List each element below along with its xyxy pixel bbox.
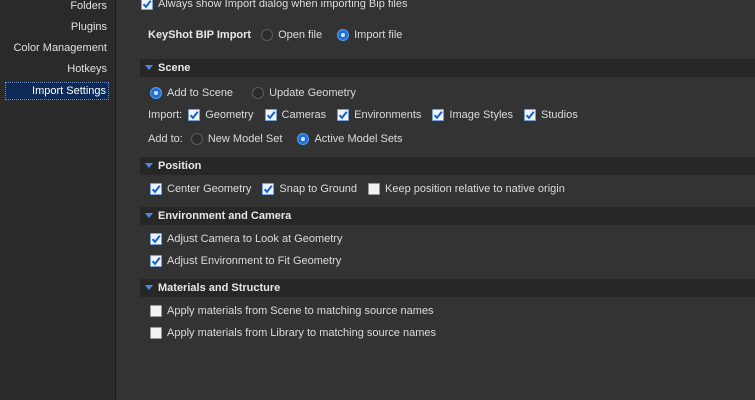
import-image-styles-checkbox[interactable]	[432, 109, 445, 121]
adjust-environment-row: Adjust Environment to Fit Geometry	[150, 253, 341, 269]
import-cameras-label: Cameras	[281, 109, 327, 121]
new-model-set-label: New Model Set	[207, 133, 283, 145]
scene-add-to-row: Add to: New Model Set Active Model Sets	[148, 131, 403, 147]
bip-import-row: KeyShot BIP Import Open file Import file	[148, 27, 402, 43]
import-label: Import:	[148, 109, 183, 121]
always-show-import-label: Always show Import dialog when importing…	[158, 0, 408, 10]
bip-import-label: KeyShot BIP Import	[148, 29, 252, 41]
checkmark-icon	[434, 111, 444, 120]
active-model-sets-radio[interactable]	[297, 133, 310, 145]
chevron-down-icon	[145, 65, 155, 71]
import-settings-panel: Always show Import dialog when importing…	[117, 0, 755, 400]
keep-position-label: Keep position relative to native origin	[385, 183, 565, 195]
import-file-label: Import file	[354, 29, 403, 41]
scene-section-title: Scene	[158, 62, 191, 74]
open-file-radio[interactable]	[261, 29, 274, 41]
sidebar-item-folders[interactable]: Folders	[68, 0, 109, 14]
add-to-label: Add to:	[148, 133, 183, 145]
update-geometry-label: Update Geometry	[269, 87, 356, 99]
materials-from-library-label: Apply materials from Library to matching…	[167, 327, 436, 339]
add-to-scene-radio[interactable]	[150, 87, 162, 99]
checkmark-icon	[190, 111, 199, 120]
center-geometry-label: Center Geometry	[167, 183, 252, 195]
checkmark-icon	[151, 185, 161, 194]
materials-scene-row: Apply materials from Scene to matching s…	[150, 303, 434, 319]
import-geometry-label: Geometry	[205, 109, 254, 121]
import-environments-checkbox[interactable]	[337, 109, 350, 121]
chevron-down-icon	[145, 213, 155, 219]
import-image-styles-label: Image Styles	[449, 109, 514, 121]
chevron-down-icon	[145, 285, 155, 291]
always-show-import-row: Always show Import dialog when importing…	[141, 0, 407, 12]
checkmark-icon	[151, 257, 161, 266]
adjust-camera-checkbox[interactable]	[150, 233, 162, 245]
checkmark-icon	[142, 0, 152, 9]
checkmark-icon	[338, 111, 348, 120]
adjust-environment-label: Adjust Environment to Fit Geometry	[167, 255, 342, 267]
materials-section-title: Materials and Structure	[158, 282, 281, 294]
add-to-scene-label: Add to Scene	[167, 87, 234, 99]
sidebar-item-hotkeys[interactable]: Hotkeys	[65, 61, 109, 77]
sidebar-item-color-management[interactable]: Color Management	[11, 40, 109, 56]
adjust-environment-checkbox[interactable]	[150, 255, 162, 267]
chevron-down-icon	[145, 163, 155, 169]
sidebar-item-import-settings[interactable]: Import Settings	[5, 82, 109, 100]
keep-position-checkbox[interactable]	[368, 183, 381, 195]
settings-sidebar: Folders Plugins Color Management Hotkeys…	[0, 0, 116, 400]
import-studios-checkbox[interactable]	[524, 109, 537, 121]
adjust-camera-row: Adjust Camera to Look at Geometry	[150, 231, 342, 247]
always-show-import-checkbox[interactable]	[141, 0, 153, 10]
materials-from-scene-label: Apply materials from Scene to matching s…	[167, 305, 434, 317]
checkmark-icon	[151, 235, 161, 244]
scene-import-row: Import: Geometry Cameras Environments Im…	[148, 107, 578, 123]
position-options-row: Center Geometry Snap to Ground Keep posi…	[150, 181, 565, 197]
snap-to-ground-label: Snap to Ground	[279, 183, 358, 195]
checkmark-icon	[266, 111, 276, 120]
position-section-title: Position	[158, 160, 202, 172]
checkmark-icon	[525, 111, 535, 120]
materials-section-header[interactable]: Materials and Structure	[140, 279, 755, 297]
materials-library-row: Apply materials from Library to matching…	[150, 325, 436, 341]
import-environments-label: Environments	[354, 109, 422, 121]
center-geometry-checkbox[interactable]	[150, 183, 162, 195]
scene-mode-row: Add to Scene Update Geometry	[150, 85, 356, 101]
import-file-radio[interactable]	[337, 29, 350, 41]
position-section-header[interactable]: Position	[140, 157, 755, 175]
scene-section-header[interactable]: Scene	[140, 59, 755, 77]
environment-camera-section-title: Environment and Camera	[158, 210, 292, 222]
new-model-set-radio[interactable]	[190, 133, 203, 145]
snap-to-ground-checkbox[interactable]	[262, 183, 275, 195]
adjust-camera-label: Adjust Camera to Look at Geometry	[167, 233, 343, 245]
update-geometry-radio[interactable]	[252, 87, 265, 99]
active-model-sets-label: Active Model Sets	[314, 133, 403, 145]
import-cameras-checkbox[interactable]	[264, 109, 277, 121]
environment-camera-section-header[interactable]: Environment and Camera	[140, 207, 755, 225]
import-studios-label: Studios	[541, 109, 578, 121]
open-file-label: Open file	[278, 29, 323, 41]
materials-from-scene-checkbox[interactable]	[150, 305, 162, 317]
import-geometry-checkbox[interactable]	[188, 109, 201, 121]
materials-from-library-checkbox[interactable]	[150, 327, 162, 339]
checkmark-icon	[264, 185, 273, 194]
sidebar-item-plugins[interactable]: Plugins	[69, 19, 109, 35]
